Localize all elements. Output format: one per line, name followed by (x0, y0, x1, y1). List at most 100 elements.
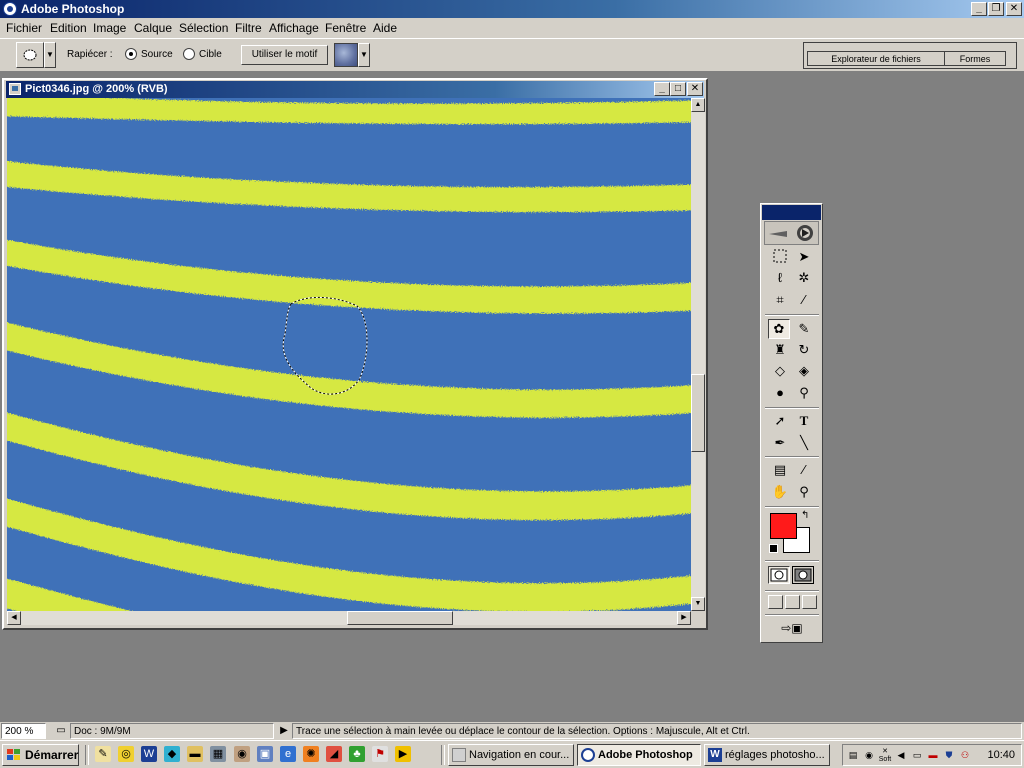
vertical-scroll-thumb[interactable] (691, 374, 705, 452)
tray-antivirus-icon[interactable]: ⚇ (958, 748, 972, 762)
foreground-color-swatch[interactable] (770, 513, 797, 539)
scroll-down-icon[interactable]: ▼ (691, 597, 705, 611)
tray-soft-icon[interactable]: ✕ Soft (878, 748, 892, 763)
swap-colors-icon[interactable]: ↰ (801, 510, 809, 521)
quicklaunch-folder-icon[interactable]: ▬ (187, 746, 203, 762)
tray-display-icon[interactable]: ▬ (926, 748, 940, 762)
tray-network-icon[interactable]: ▤ (846, 748, 860, 762)
quicklaunch-app2-icon[interactable]: ▦ (210, 746, 226, 762)
brush-tool-icon[interactable]: ✎ (793, 319, 815, 339)
task-adobe-photoshop[interactable]: Adobe Photoshop (577, 744, 701, 766)
pen-tool-icon[interactable]: ✒ (769, 433, 791, 453)
standard-screen-mode-icon[interactable] (768, 595, 783, 609)
chevron-down-icon[interactable]: ▼ (44, 42, 56, 68)
scroll-right-icon[interactable]: ▶ (677, 611, 691, 625)
doc-close-button[interactable]: ✕ (687, 82, 703, 96)
doc-maximize-button[interactable]: □ (670, 82, 686, 96)
system-tray: ▤ ◉ ✕ Soft ◀ ▭ ▬ ⛊ ⚇ 10:40 (842, 744, 1022, 766)
toolbox-separator (765, 590, 819, 592)
horizontal-scroll-thumb[interactable] (347, 611, 453, 625)
adobe-online-logo-icon[interactable] (764, 221, 819, 245)
doc-minimize-button[interactable]: _ (654, 82, 670, 96)
quicklaunch-app5-icon[interactable]: ✺ (303, 746, 319, 762)
target-radio[interactable] (183, 48, 195, 60)
image-canvas[interactable] (7, 98, 691, 611)
tray-app-icon[interactable]: ◉ (862, 748, 876, 762)
path-selection-tool-icon[interactable]: ➚ (769, 411, 791, 431)
tab-file-browser[interactable]: Explorateur de fichiers (807, 51, 945, 66)
menu-image[interactable]: Image (93, 21, 126, 35)
quicklaunch-app3-icon[interactable]: ◉ (234, 746, 250, 762)
menu-bar: Fichier Edition Image Calque Sélection F… (0, 18, 1024, 38)
menu-selection[interactable]: Sélection (179, 21, 228, 35)
quick-mask-mode-icon[interactable] (792, 566, 814, 584)
standard-mode-icon[interactable] (768, 566, 790, 584)
patch-tool-icon[interactable] (16, 42, 44, 68)
quicklaunch-ie-icon[interactable]: e (280, 746, 296, 762)
lasso-tool-icon[interactable]: ℓ (769, 268, 791, 288)
status-menu-arrow-icon[interactable]: ▶ (276, 723, 292, 739)
pattern-chevron-down-icon[interactable]: ▼ (358, 43, 370, 67)
full-screen-mode-icon[interactable] (802, 595, 817, 609)
hand-tool-icon[interactable]: ✋ (769, 482, 791, 502)
window-icon (452, 748, 466, 762)
tool-preset-picker[interactable]: ▼ (16, 42, 56, 68)
document-info-icon[interactable]: ▭ (54, 723, 68, 739)
start-button[interactable]: Démarrer (2, 744, 79, 766)
quicklaunch-app-icon[interactable]: ◆ (164, 746, 180, 762)
jump-to-imageready-icon[interactable]: ⇨▣ (767, 619, 817, 637)
close-button[interactable]: ✕ (1006, 2, 1022, 16)
quicklaunch-explorer-icon[interactable]: ◎ (118, 746, 134, 762)
task-reglages-photoshop[interactable]: W réglages photosho... (704, 744, 830, 766)
move-tool-icon[interactable]: ➤ (793, 247, 815, 267)
zoom-tool-icon[interactable]: ⚲ (793, 482, 815, 502)
crop-tool-icon[interactable]: ⌗ (769, 290, 791, 310)
source-radio[interactable] (125, 48, 137, 60)
menu-calque[interactable]: Calque (134, 21, 172, 35)
menu-filtre[interactable]: Filtre (235, 21, 262, 35)
horizontal-scrollbar[interactable]: ◀ ▶ (7, 611, 691, 625)
paint-bucket-tool-icon[interactable]: ◈ (793, 361, 815, 381)
default-colors-icon[interactable] (769, 544, 778, 553)
patch-tool-icon[interactable]: ✿ (768, 319, 790, 339)
blur-tool-icon[interactable]: ● (769, 383, 791, 403)
tray-keyboard-icon[interactable]: ▭ (910, 748, 924, 762)
use-pattern-button[interactable]: Utiliser le motif (241, 45, 328, 65)
quicklaunch-notepad-icon[interactable]: ✎ (95, 746, 111, 762)
tray-volume-icon[interactable]: ◀ (894, 748, 908, 762)
quicklaunch-app7-icon[interactable]: ♣ (349, 746, 365, 762)
task-navigation[interactable]: Navigation en cour... (448, 744, 574, 766)
menu-aide[interactable]: Aide (373, 21, 397, 35)
toolbox-title-bar[interactable] (762, 205, 821, 220)
quicklaunch-media-icon[interactable]: ▶ (395, 746, 411, 762)
dodge-tool-icon[interactable]: ⚲ (793, 383, 815, 403)
minimize-button[interactable]: _ (971, 2, 987, 16)
eraser-tool-icon[interactable]: ◇ (769, 361, 791, 381)
vertical-scrollbar[interactable]: ▲ ▼ (691, 98, 705, 611)
line-tool-icon[interactable]: ╲ (793, 433, 815, 453)
quicklaunch-app6-icon[interactable]: ◢ (326, 746, 342, 762)
marquee-tool-icon[interactable] (769, 247, 791, 267)
full-screen-menu-mode-icon[interactable] (785, 595, 800, 609)
magic-wand-tool-icon[interactable]: ✲ (793, 268, 815, 288)
menu-fenetre[interactable]: Fenêtre (325, 21, 366, 35)
menu-fichier[interactable]: Fichier (6, 21, 42, 35)
slice-tool-icon[interactable]: ⁄ (793, 290, 815, 310)
tab-brushes[interactable]: Formes (944, 51, 1006, 66)
tray-shield-icon[interactable]: ⛊ (942, 748, 956, 762)
history-brush-tool-icon[interactable]: ↻ (793, 340, 815, 360)
clone-stamp-tool-icon[interactable]: ♜ (769, 340, 791, 360)
scroll-up-icon[interactable]: ▲ (691, 98, 705, 112)
eyedropper-tool-icon[interactable]: ⁄ (793, 460, 815, 480)
pattern-picker-swatch[interactable] (334, 43, 358, 67)
notes-tool-icon[interactable]: ▤ (769, 460, 791, 480)
zoom-level-field[interactable]: 200 % (1, 723, 46, 739)
quicklaunch-word-icon[interactable]: W (141, 746, 157, 762)
type-tool-icon[interactable]: T (793, 411, 815, 431)
menu-edition[interactable]: Edition (50, 21, 87, 35)
quicklaunch-acrobat-icon[interactable]: ⚑ (372, 746, 388, 762)
scroll-left-icon[interactable]: ◀ (7, 611, 21, 625)
restore-button[interactable]: ❐ (988, 2, 1004, 16)
quicklaunch-app4-icon[interactable]: ▣ (257, 746, 273, 762)
menu-affichage[interactable]: Affichage (269, 21, 319, 35)
